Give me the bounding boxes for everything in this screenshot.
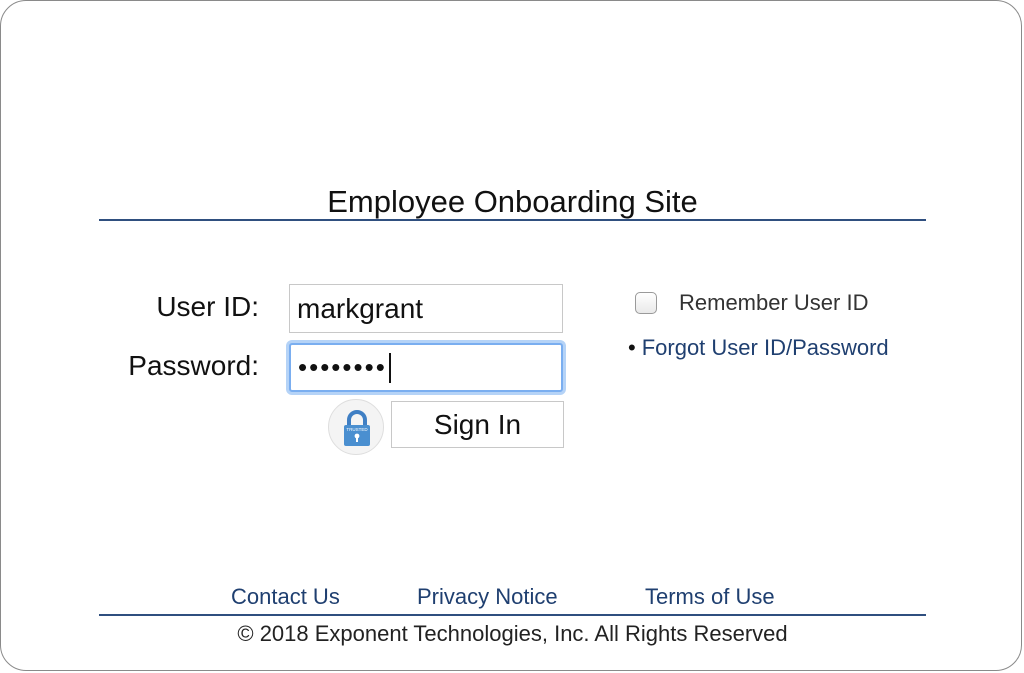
sign-in-button[interactable]: Sign In: [391, 401, 564, 448]
trusted-badge: TRUSTED: [328, 399, 384, 455]
password-label: Password:: [128, 350, 259, 381]
footer-link-contact-us[interactable]: Contact Us: [231, 584, 340, 610]
forgot-credentials-link[interactable]: Forgot User ID/Password: [642, 335, 889, 360]
remember-user-id[interactable]: Remember User ID: [635, 290, 868, 316]
password-input[interactable]: ••••••••: [289, 343, 563, 392]
remember-checkbox[interactable]: [635, 292, 657, 314]
user-id-value: markgrant: [297, 292, 424, 324]
padlock-icon: TRUSTED: [344, 410, 370, 446]
title-divider: [99, 219, 926, 221]
footer-link-privacy-notice[interactable]: Privacy Notice: [417, 584, 558, 610]
bullet: •: [628, 335, 636, 360]
remember-label: Remember User ID: [679, 290, 869, 315]
footer-link-terms-of-use[interactable]: Terms of Use: [645, 584, 775, 610]
forgot-credentials: • Forgot User ID/Password: [628, 335, 889, 361]
text-caret: [388, 352, 391, 383]
user-id-input[interactable]: markgrant: [289, 284, 563, 333]
login-window: Employee Onboarding Site User ID: markgr…: [0, 0, 1022, 671]
copyright-text: © 2018 Exponent Technologies, Inc. All R…: [237, 621, 788, 646]
footer-divider: [99, 614, 926, 616]
page-title: Employee Onboarding Site: [327, 184, 698, 219]
user-id-label: User ID:: [156, 291, 259, 322]
trusted-badge-text: TRUSTED: [346, 427, 368, 432]
password-value: ••••••••: [298, 352, 387, 382]
